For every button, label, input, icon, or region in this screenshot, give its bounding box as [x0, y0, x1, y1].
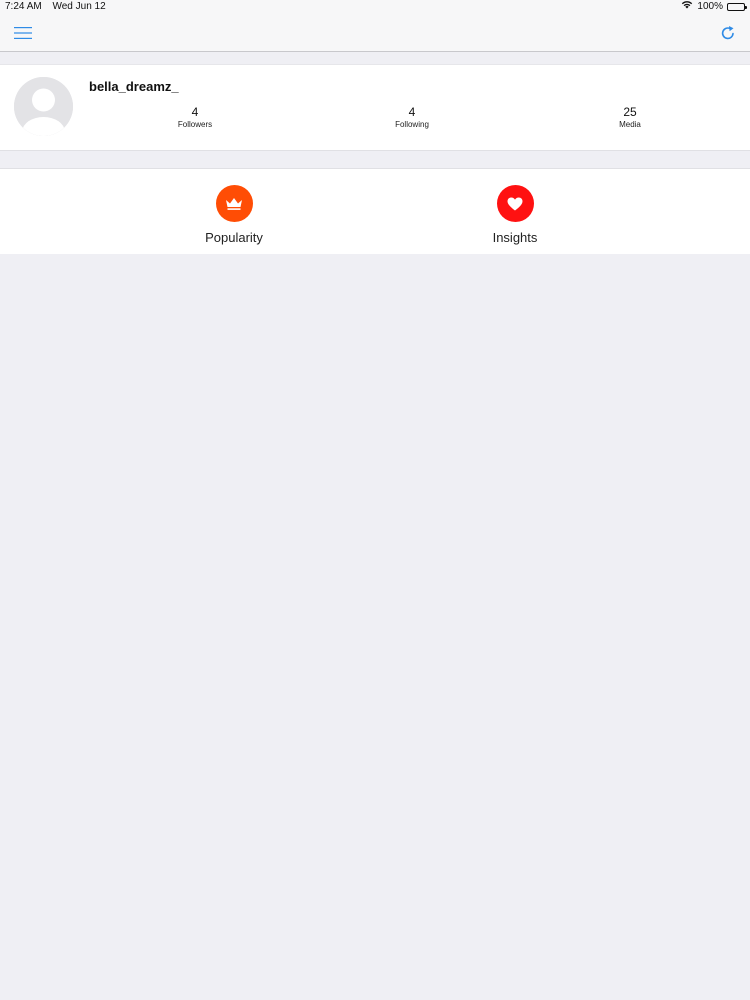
- popularity-button[interactable]: Popularity: [184, 185, 284, 245]
- insights-button[interactable]: Insights: [465, 185, 565, 245]
- wifi-icon: [681, 0, 693, 14]
- username: bella_dreamz_: [89, 79, 179, 94]
- status-time: 7:24 AM: [5, 1, 42, 12]
- following-label: Following: [395, 120, 429, 129]
- battery-percent: 100%: [697, 1, 723, 12]
- following-count: 4: [408, 105, 416, 119]
- status-bar: 7:24 AM Wed Jun 12 100%: [0, 0, 750, 14]
- refresh-icon: [721, 26, 734, 40]
- status-date: Wed Jun 12: [52, 1, 106, 12]
- followers-count: 4: [191, 105, 199, 119]
- popularity-icon-circle: [215, 185, 253, 222]
- insights-label: Insights: [492, 230, 538, 245]
- heart-icon: [507, 197, 523, 210]
- media-stat[interactable]: 25 Media: [590, 105, 670, 130]
- followers-label: Followers: [177, 120, 213, 129]
- battery-icon: [727, 3, 747, 11]
- menu-button[interactable]: [11, 22, 35, 44]
- actions-panel: Popularity Insights: [0, 168, 750, 254]
- user-placeholder-icon: [14, 77, 73, 136]
- avatar[interactable]: [14, 77, 73, 136]
- insights-icon-circle: [496, 185, 534, 222]
- refresh-button[interactable]: [716, 22, 740, 44]
- following-stat[interactable]: 4 Following: [372, 105, 452, 130]
- menu-icon: [14, 27, 32, 39]
- crown-icon: [226, 197, 242, 210]
- profile-card: bella_dreamz_ 4 Followers 4 Following 25…: [0, 64, 750, 151]
- followers-stat[interactable]: 4 Followers: [155, 105, 235, 130]
- navigation-bar: [0, 14, 750, 52]
- media-count: 25: [623, 105, 637, 119]
- popularity-label: Popularity: [205, 230, 263, 245]
- media-label: Media: [619, 120, 641, 129]
